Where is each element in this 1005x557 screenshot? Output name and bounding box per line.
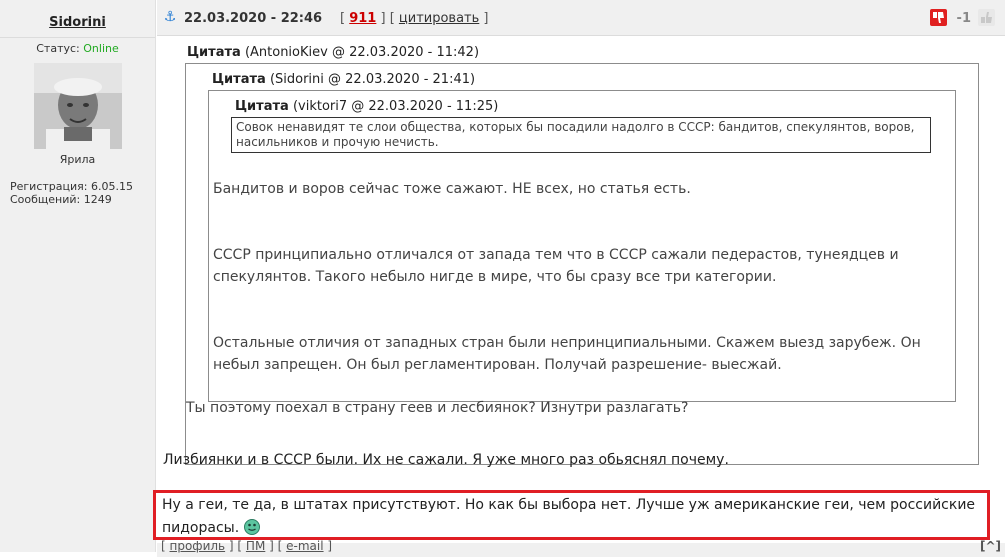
author-name-link[interactable]: Sidorini — [49, 15, 106, 30]
quote-level2-text: Бандитов и воров сейчас тоже сажают. НЕ … — [213, 178, 939, 420]
quote-button[interactable]: цитировать — [399, 11, 479, 26]
quote-meta: (viktori7 @ 22.03.2020 - 11:25) — [292, 99, 499, 114]
quote-paragraph: Бандитов и воров сейчас тоже сажают. НЕ … — [213, 181, 691, 197]
smiley-icon — [243, 519, 260, 535]
author-rank: Ярила — [59, 153, 96, 166]
highlighted-reply-box: Ну а геи, те да, в штатах присутствуют. … — [153, 490, 990, 540]
quote-title: Цитата — [212, 72, 266, 87]
quote-box-level3: Совок ненавидят те слои общества, которы… — [231, 117, 931, 153]
post-footer: [ профиль ] [ ПМ ] [ e-mail ] [^] — [157, 539, 1005, 557]
vote-score: -1 — [956, 11, 971, 26]
thumbs-down-icon[interactable] — [930, 9, 947, 26]
registration-date: Регистрация: 6.05.15 — [10, 180, 133, 193]
email-link[interactable]: e-mail — [286, 539, 323, 553]
quote-box-level2: Цитата (viktori7 @ 22.03.2020 - 11:25) С… — [208, 90, 956, 402]
quote-meta: (Sidorini @ 22.03.2020 - 21:41) — [269, 72, 476, 87]
author-stats: Регистрация: 6.05.15 Сообщений: 1249 — [10, 180, 155, 206]
quote-label-level1: Цитата (AntonioKiev @ 22.03.2020 - 11:42… — [187, 45, 479, 60]
author-name-cell: Sidorini — [0, 0, 155, 38]
scroll-top-link[interactable]: [^] — [980, 539, 1001, 553]
quote-paragraph: Остальные отличия от западных стран были… — [213, 335, 921, 373]
quote-title: Цитата — [235, 99, 289, 114]
quote-box-level1: Цитата (Sidorini @ 22.03.2020 - 21:41) Ц… — [185, 63, 979, 465]
quote-label-level3: Цитата (viktori7 @ 22.03.2020 - 11:25) — [235, 99, 498, 114]
status-label: Статус: — [36, 42, 80, 55]
quote-paragraph: СССР принципиально отличался от запада т… — [213, 247, 899, 285]
message-count: Сообщений: 1249 — [10, 193, 112, 206]
author-panel: Sidorini Статус: Online Ярила Регистраци… — [0, 0, 156, 552]
avatar[interactable] — [33, 63, 122, 149]
author-status: Статус: Online — [0, 42, 155, 55]
status-online-value: Online — [83, 42, 119, 55]
footer-links: [ профиль ] [ ПМ ] [ e-mail ] — [161, 539, 333, 553]
post-header-links: [ 911 ] [ цитировать ] — [340, 11, 489, 26]
thumbs-up-icon[interactable] — [978, 9, 995, 26]
anchor-icon[interactable]: ⚓ — [163, 9, 177, 25]
reply-paragraph: Лизбиянки и в СССР были. Их не сажали. Я… — [163, 452, 729, 468]
profile-link[interactable]: профиль — [170, 539, 226, 553]
quote-level1-text: Ты поэтому поехал в страну геев и лесбия… — [186, 400, 689, 416]
post-number-link[interactable]: 911 — [349, 11, 376, 26]
forum-post: Sidorini Статус: Online Ярила Регистраци… — [0, 0, 1005, 557]
quote-label-level2: Цитата (Sidorini @ 22.03.2020 - 21:41) — [212, 72, 475, 87]
quote-meta: (AntonioKiev @ 22.03.2020 - 11:42) — [244, 45, 480, 60]
post-body: Цитата (AntonioKiev @ 22.03.2020 - 11:42… — [153, 37, 1005, 557]
pm-link[interactable]: ПМ — [246, 539, 265, 553]
post-header: ⚓ 22.03.2020 - 22:46 [ 911 ] [ цитироват… — [157, 0, 1005, 36]
quote-title: Цитата — [187, 45, 241, 60]
highlighted-reply-text: Ну а геи, те да, в штатах присутствуют. … — [162, 497, 976, 536]
post-date: 22.03.2020 - 22:46 — [184, 11, 323, 26]
